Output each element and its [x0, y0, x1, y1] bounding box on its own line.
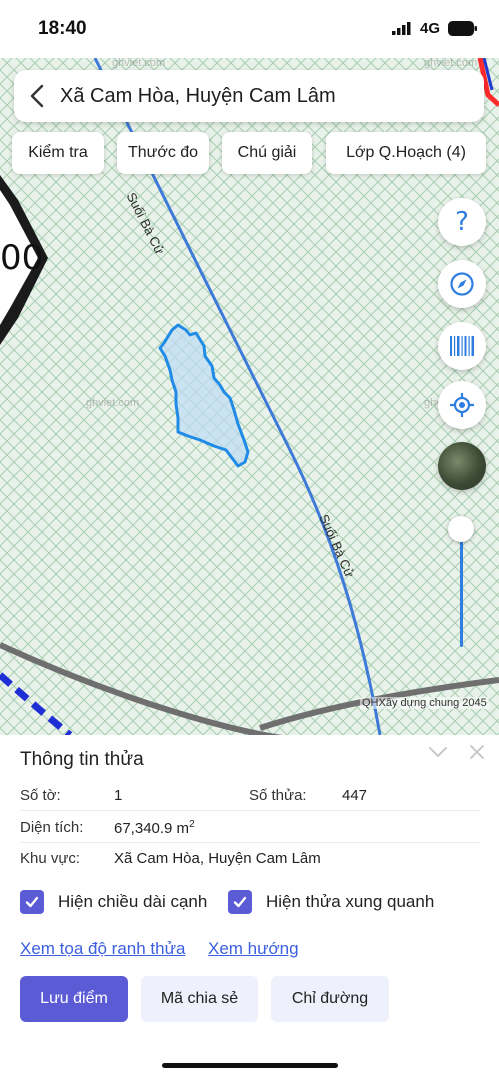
back-button[interactable] [14, 70, 60, 122]
area-value: 67,340.9 m2 [114, 819, 195, 837]
region-row: Khu vực: Xã Cam Hòa, Huyện Cam Lâm [20, 844, 480, 874]
sheet-value: 1 [114, 787, 123, 804]
directions-button[interactable]: Chỉ đường [271, 976, 389, 1022]
status-time: 18:40 [38, 18, 87, 39]
help-button[interactable]: ? [438, 198, 486, 246]
edge-lengths-checkbox[interactable]: Hiện chiều dài cạnh [20, 890, 207, 914]
check-button[interactable]: Kiểm tra [12, 132, 104, 174]
locate-icon [450, 393, 474, 417]
save-point-button[interactable]: Lưu điểm [20, 976, 128, 1022]
my-location-button[interactable] [438, 381, 486, 429]
help-icon: ? [455, 207, 469, 237]
area-label: Diện tích: [20, 819, 84, 836]
page-title: Xã Cam Hòa, Huyện Cam Lâm [60, 84, 336, 107]
barcode-icon [450, 336, 474, 356]
road-marker-label: 00 [0, 238, 44, 278]
satellite-toggle-button[interactable] [438, 442, 486, 490]
chevron-down-icon[interactable] [428, 745, 448, 759]
watermark: ghviet.com [86, 397, 140, 409]
planning-layers-button[interactable]: Lớp Q.Hoạch (4) [326, 132, 486, 174]
area-row: Diện tích: 67,340.9 m2 [20, 813, 480, 843]
parcel-value: 447 [342, 787, 368, 804]
location-header[interactable]: Xã Cam Hòa, Huyện Cam Lâm [14, 70, 484, 122]
close-icon[interactable] [468, 743, 486, 761]
checkbox-checked-icon [228, 890, 252, 914]
battery-icon [448, 21, 477, 36]
region-label: Khu vực: [20, 850, 81, 867]
neighbor-parcels-checkbox[interactable]: Hiện thửa xung quanh [228, 890, 434, 914]
parcel-info-panel: Thông tin thửa Số tờ: 1 Số thửa: 447 Diệ… [0, 735, 499, 1080]
back-chevron-icon [30, 84, 44, 108]
parcel-label: Số thửa: [249, 787, 307, 804]
home-indicator[interactable] [162, 1063, 338, 1068]
checkbox-checked-icon [20, 890, 44, 914]
sheet-label: Số tờ: [20, 787, 61, 804]
panel-title: Thông tin thửa [20, 749, 144, 770]
view-boundary-coords-link[interactable]: Xem tọa độ ranh thửa [20, 939, 185, 959]
compass-button[interactable] [438, 260, 486, 308]
neighbor-parcels-label: Hiện thửa xung quanh [266, 892, 435, 911]
measure-button[interactable]: Thước đo [117, 132, 209, 174]
view-direction-link[interactable]: Xem hướng [208, 939, 299, 959]
opacity-slider-knob[interactable] [448, 516, 474, 542]
edge-lengths-label: Hiện chiều dài cạnh [58, 892, 208, 911]
map-toolbar: Kiểm tra Thước đo Chú giải Lớp Q.Hoạch (… [0, 132, 499, 174]
compass-icon [450, 272, 474, 296]
signal-icon [392, 22, 411, 35]
watermark: ghviet.com [424, 57, 478, 69]
watermark: ghviet.com [112, 57, 166, 69]
map-attribution: QHXây dựng chung 2045 [360, 697, 489, 709]
opacity-slider-track[interactable] [460, 535, 463, 647]
barcode-scan-button[interactable] [438, 322, 486, 370]
network-type: 4G [420, 20, 441, 37]
sheet-parcel-row: Số tờ: 1 Số thửa: 447 [20, 781, 480, 811]
share-code-button[interactable]: Mã chia sẻ [141, 976, 258, 1022]
region-value: Xã Cam Hòa, Huyện Cam Lâm [114, 850, 321, 867]
status-bar: 18:40 4G [0, 0, 499, 58]
legend-button[interactable]: Chú giải [222, 132, 312, 174]
